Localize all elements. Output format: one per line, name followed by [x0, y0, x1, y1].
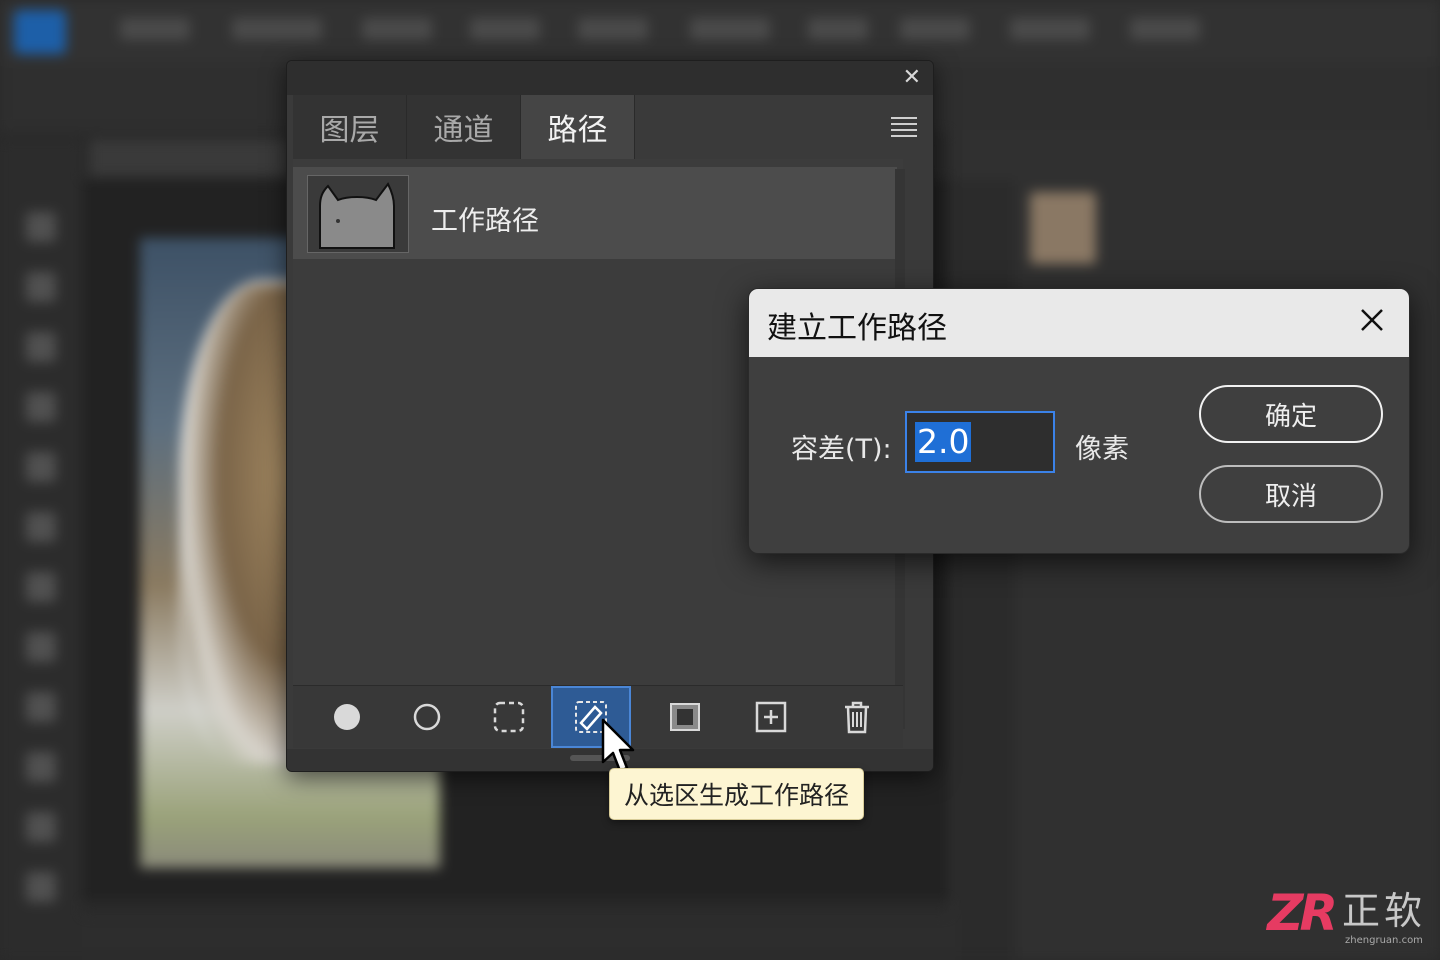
document-tab: [90, 140, 290, 176]
delete-path-button[interactable]: [819, 686, 895, 748]
tool-icon: [26, 272, 56, 302]
panel-footer: [293, 685, 903, 748]
watermark-text: 正软 zhengruan.com: [1342, 880, 1426, 946]
tool-icon: [26, 212, 56, 242]
tab-layers[interactable]: 图层: [293, 95, 407, 159]
fill-path-icon: [334, 704, 360, 730]
app-menubar: [0, 0, 1440, 62]
panel-close-icon[interactable]: ✕: [903, 65, 921, 90]
tool-icon: [26, 752, 56, 782]
load-as-selection-icon: [493, 701, 525, 733]
tolerance-input[interactable]: 2.0: [905, 411, 1055, 473]
menu-item: [120, 18, 190, 40]
stroke-path-button[interactable]: [389, 686, 465, 748]
status-bar: [82, 915, 952, 960]
menu-item: [900, 18, 970, 40]
menu-item: [470, 18, 540, 40]
new-path-button[interactable]: [733, 686, 809, 748]
tool-icon: [26, 512, 56, 542]
tool-icon: [26, 452, 56, 482]
app-logo: [14, 10, 66, 54]
menu-item: [232, 18, 322, 40]
watermark-url: zhengruan.com: [1345, 935, 1423, 946]
tool-icon: [26, 812, 56, 842]
dialog-close-icon[interactable]: [1357, 305, 1387, 339]
path-name: 工作路径: [431, 206, 539, 237]
menu-item: [1130, 18, 1200, 40]
tab-channels[interactable]: 通道: [407, 95, 521, 159]
tool-icon: [26, 872, 56, 902]
tooltip: 从选区生成工作路径: [609, 768, 865, 820]
dialog-title: 建立工作路径: [767, 311, 947, 346]
new-path-icon: [755, 701, 787, 733]
make-work-path-dialog: 建立工作路径 容差(T): 2.0 像素 确定 取消: [748, 288, 1410, 554]
add-mask-icon: [670, 703, 700, 731]
tool-icon: [26, 392, 56, 422]
menu-item: [1010, 18, 1090, 40]
tools-bar: [0, 140, 82, 960]
dialog-titlebar[interactable]: 建立工作路径: [749, 289, 1409, 357]
tolerance-value[interactable]: 2.0: [915, 422, 972, 462]
list-item[interactable]: 工作路径: [293, 167, 897, 259]
tool-icon: [26, 692, 56, 722]
cancel-button[interactable]: 取消: [1199, 465, 1383, 523]
panel-menu-icon[interactable]: [891, 113, 917, 141]
panel-titlebar[interactable]: ✕: [287, 61, 933, 95]
tool-icon: [26, 632, 56, 662]
add-mask-button[interactable]: [647, 686, 723, 748]
watermark: ZR 正软 zhengruan.com: [1267, 880, 1426, 946]
panel-tabs: 图层 通道 路径: [293, 95, 635, 159]
stroke-path-icon: [413, 703, 441, 731]
fill-path-button[interactable]: [309, 686, 385, 748]
watermark-logo: ZR: [1267, 884, 1338, 942]
watermark-name: 正软: [1341, 889, 1426, 933]
tolerance-label: 容差(T):: [791, 434, 892, 465]
tool-icon: [26, 572, 56, 602]
layer-thumbnail: [1030, 192, 1096, 264]
load-as-selection-button[interactable]: [471, 686, 547, 748]
tool-icon: [26, 332, 56, 362]
menu-item: [578, 18, 648, 40]
delete-path-icon: [845, 701, 869, 734]
menu-item: [808, 18, 868, 40]
path-thumbnail-icon: [307, 175, 409, 253]
menu-item: [362, 18, 432, 40]
ok-button[interactable]: 确定: [1199, 385, 1383, 443]
unit-label: 像素: [1075, 434, 1129, 465]
menu-item: [690, 18, 770, 40]
tab-paths[interactable]: 路径: [521, 95, 635, 159]
